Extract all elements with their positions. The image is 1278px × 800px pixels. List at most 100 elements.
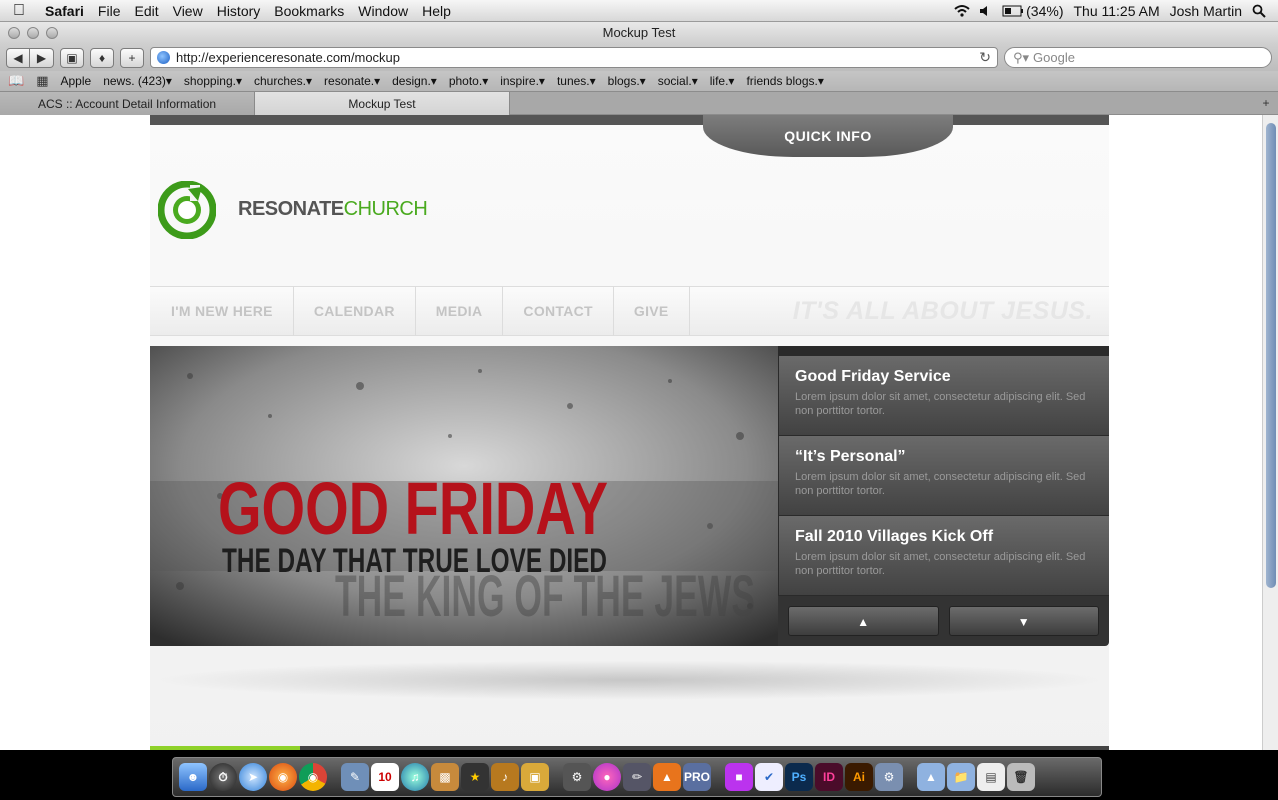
back-button[interactable]: ◀ xyxy=(6,47,30,68)
photo-app-icon[interactable]: ● xyxy=(593,763,621,791)
photoshop-icon[interactable]: Ps xyxy=(785,763,813,791)
nav-media[interactable]: MEDIA xyxy=(416,286,504,336)
top-sites-icon[interactable]: ▦ xyxy=(36,73,48,89)
battery-icon[interactable] xyxy=(1002,4,1024,18)
iphoto-icon[interactable]: ▩ xyxy=(431,763,459,791)
nav-give[interactable]: GIVE xyxy=(614,286,690,336)
zoom-window-button[interactable] xyxy=(46,27,58,39)
scrollbar-thumb[interactable] xyxy=(1266,123,1276,588)
tab-bar: ACS :: Account Detail Information Mockup… xyxy=(0,91,1278,115)
brand-main: RESONATE xyxy=(238,198,344,220)
illustrator-icon[interactable]: Ai xyxy=(845,763,873,791)
pen-tool-icon[interactable]: ✏ xyxy=(623,763,651,791)
globe-icon xyxy=(157,51,170,64)
documents-folder-icon[interactable]: 📁 xyxy=(947,763,975,791)
add-bookmark-button[interactable]: + xyxy=(120,47,144,68)
menu-window[interactable]: Window xyxy=(351,3,415,19)
search-field[interactable]: ⚲▾ Google xyxy=(1004,47,1272,68)
indesign-icon[interactable]: ID xyxy=(815,763,843,791)
task-app-icon[interactable]: ✔ xyxy=(755,763,783,791)
preferences-icon[interactable]: ⚙ xyxy=(875,763,903,791)
event-description: Lorem ipsum dolor sit amet, consectetur … xyxy=(795,551,1086,577)
vertical-scrollbar[interactable] xyxy=(1262,115,1278,750)
bookmark-item[interactable]: life.▾ xyxy=(710,74,735,88)
imovie-icon[interactable]: ★ xyxy=(461,763,489,791)
safari-icon[interactable]: ➤ xyxy=(239,763,267,791)
reading-list-icon[interactable]: 📖 xyxy=(8,73,24,89)
menu-edit[interactable]: Edit xyxy=(127,3,165,19)
wifi-icon[interactable] xyxy=(954,4,970,18)
bookmark-item[interactable]: churches.▾ xyxy=(254,74,312,88)
web-viewport: QUICK INFO RESONATECHURCH I'M NEW HERE C… xyxy=(0,115,1262,750)
evernote-button[interactable]: ♦ xyxy=(90,47,114,68)
document-icon[interactable]: ▤ xyxy=(977,763,1005,791)
menubar-user[interactable]: Josh Martin xyxy=(1170,3,1242,19)
finder-icon[interactable]: ☻ xyxy=(179,763,207,791)
address-bar[interactable]: http://experienceresonate.com/mockup ↻ xyxy=(150,47,998,68)
bookmark-item[interactable]: design.▾ xyxy=(392,74,437,88)
purple-app-icon[interactable]: ■ xyxy=(725,763,753,791)
scroll-up-button[interactable]: ▲ xyxy=(788,606,939,636)
bookmark-item[interactable]: Apple xyxy=(60,74,91,88)
hero-headline: GOOD FRIDAY xyxy=(218,467,608,550)
menu-file[interactable]: File xyxy=(91,3,128,19)
bookmark-item[interactable]: news. (423)▾ xyxy=(103,74,172,88)
dashboard-icon[interactable]: ⏱ xyxy=(209,763,237,791)
minimize-window-button[interactable] xyxy=(27,27,39,39)
reload-icon[interactable]: ↻ xyxy=(979,49,991,66)
tab-mockup-test[interactable]: Mockup Test xyxy=(255,92,510,115)
menu-app-name[interactable]: Safari xyxy=(38,3,91,19)
bookmark-item[interactable]: photo.▾ xyxy=(449,74,488,88)
applications-folder-icon[interactable]: ▲ xyxy=(917,763,945,791)
bookmark-item[interactable]: shopping.▾ xyxy=(184,74,242,88)
event-item[interactable]: Good Friday Service Lorem ipsum dolor si… xyxy=(778,356,1109,436)
menu-help[interactable]: Help xyxy=(415,3,458,19)
bookmark-item[interactable]: inspire.▾ xyxy=(500,74,545,88)
preview-icon[interactable]: ✎ xyxy=(341,763,369,791)
apple-menu-icon[interactable]:  xyxy=(0,2,38,20)
snapshot-icon: ▣ xyxy=(66,50,78,65)
firefox-icon[interactable]: ◉ xyxy=(269,763,297,791)
mac-dock: ☻ ⏱ ➤ ◉ ◉ ✎ 10 ♫ ▩ ★ ♪ ▣ ⚙ ● ✏ ▲ PRO ■ ✔… xyxy=(0,750,1278,800)
bookmark-item[interactable]: friends blogs.▾ xyxy=(746,74,823,88)
snapshot-button[interactable]: ▣ xyxy=(60,47,84,68)
system-app-icon[interactable]: ⚙ xyxy=(563,763,591,791)
browser-toolbar: ◀ ▶ ▣ ♦ + http://experienceresonate.com/… xyxy=(0,44,1278,71)
bookmark-item[interactable]: tunes.▾ xyxy=(557,74,596,88)
iweb-icon[interactable]: ▣ xyxy=(521,763,549,791)
menu-history[interactable]: History xyxy=(210,3,268,19)
event-item[interactable]: Fall 2010 Villages Kick Off Lorem ipsum … xyxy=(778,516,1109,596)
bookmark-item[interactable]: social.▾ xyxy=(658,74,698,88)
nav-contact[interactable]: CONTACT xyxy=(503,286,614,336)
garageband-icon[interactable]: ♪ xyxy=(491,763,519,791)
evernote-icon: ♦ xyxy=(98,50,106,65)
menubar-clock[interactable]: Thu 11:25 AM xyxy=(1074,3,1160,19)
event-title: Fall 2010 Villages Kick Off xyxy=(795,528,994,545)
tab-acs-account[interactable]: ACS :: Account Detail Information xyxy=(0,92,255,115)
trash-icon[interactable]: 🗑 xyxy=(1007,763,1035,791)
ical-icon[interactable]: 10 xyxy=(371,763,399,791)
forward-button[interactable]: ▶ xyxy=(30,47,54,68)
new-tab-icon[interactable]: + xyxy=(1254,92,1278,114)
brand-wordmark[interactable]: RESONATECHURCH xyxy=(238,198,428,221)
spotlight-icon[interactable] xyxy=(1252,4,1266,18)
resonate-logo-icon[interactable] xyxy=(157,180,217,240)
pro-app-icon[interactable]: PRO xyxy=(683,763,711,791)
event-description: Lorem ipsum dolor sit amet, consectetur … xyxy=(795,471,1086,497)
itunes-icon[interactable]: ♫ xyxy=(401,763,429,791)
menu-bookmarks[interactable]: Bookmarks xyxy=(267,3,351,19)
chrome-icon[interactable]: ◉ xyxy=(299,763,327,791)
volume-icon[interactable] xyxy=(978,4,992,18)
bookmark-item[interactable]: resonate.▾ xyxy=(324,74,380,88)
nav-new-here[interactable]: I'M NEW HERE xyxy=(150,286,294,336)
close-window-button[interactable] xyxy=(8,27,20,39)
event-item[interactable]: “It’s Personal” Lorem ipsum dolor sit am… xyxy=(778,436,1109,516)
quick-info-tab[interactable]: QUICK INFO xyxy=(703,115,953,157)
menu-view[interactable]: View xyxy=(166,3,210,19)
bookmark-item[interactable]: blogs.▾ xyxy=(608,74,646,88)
scroll-down-button[interactable]: ▼ xyxy=(948,606,1099,636)
3d-app-icon[interactable]: ▲ xyxy=(653,763,681,791)
hero-banner[interactable]: THE KING OF THE JEWS GOOD FRIDAY THE DAY… xyxy=(150,346,778,646)
nav-calendar[interactable]: CALENDAR xyxy=(294,286,416,336)
site-tagline: IT'S ALL ABOUT JESUS. xyxy=(792,296,1093,325)
